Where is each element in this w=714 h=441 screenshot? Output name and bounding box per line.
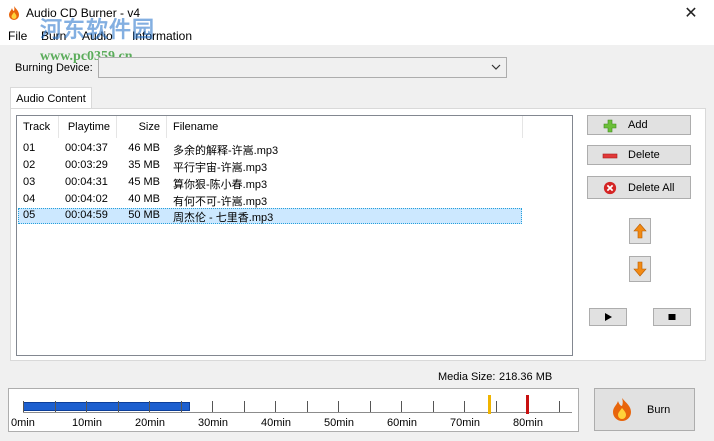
timeline-tick-label: 10min (72, 417, 102, 429)
size-cell: 45 MB (128, 176, 160, 188)
menu-file[interactable]: File (8, 29, 27, 43)
table-row[interactable]: 03 00:04:31 45 MB 算你狠-陈小春.mp3 (18, 175, 522, 191)
timeline-tick-label: 20min (135, 417, 165, 429)
media-size-value: 218.36 MB (499, 371, 553, 383)
track-cell: 03 (23, 176, 36, 188)
playtime-cell: 00:04:37 (65, 142, 108, 154)
table-row[interactable]: 02 00:03:29 35 MB 平行宇宙-许嵩.mp3 (18, 158, 522, 174)
move-down-button[interactable] (629, 256, 651, 282)
flame-icon (9, 6, 19, 20)
column-header-playtime[interactable]: Playtime (59, 116, 117, 138)
stop-icon (668, 314, 676, 320)
tab-audio-content[interactable]: Audio Content (10, 87, 92, 109)
timeline-tick-label: 60min (387, 417, 417, 429)
column-header-track[interactable]: Track (17, 116, 59, 138)
timeline-tick (401, 401, 402, 412)
timeline-tick (117, 401, 119, 412)
timeline-tick-label: 40min (261, 417, 291, 429)
media-size-label: Media Size: (438, 371, 496, 383)
playtime-cell: 00:04:02 (65, 193, 108, 205)
track-cell: 05 (23, 209, 36, 221)
timeline-tick (369, 401, 371, 412)
timeline-tick-label: 30min (198, 417, 228, 429)
track-cell: 01 (23, 142, 36, 154)
add-button[interactable]: Add (587, 115, 691, 135)
move-up-button[interactable] (629, 218, 651, 244)
capacity-used-bar (23, 402, 190, 411)
timeline-tick (180, 401, 182, 412)
column-header-size[interactable]: Size (117, 116, 167, 138)
timeline-tick-label: 70min (450, 417, 480, 429)
table-row-selected[interactable]: 05 00:04:59 50 MB 周杰伦 - 七里香.mp3 (18, 208, 522, 224)
close-button[interactable]: ✕ (668, 0, 714, 26)
close-icon: ✕ (684, 5, 698, 22)
timeline-tick-label: 50min (324, 417, 354, 429)
burn-button[interactable]: Burn (594, 388, 695, 431)
timeline-tick (212, 401, 213, 412)
timeline-tick (558, 401, 560, 412)
table-row[interactable]: 01 00:04:37 46 MB 多余的解释-许嵩.mp3 (18, 141, 522, 157)
delete-all-button-label: Delete All (628, 181, 675, 194)
flame-icon (613, 398, 631, 421)
play-button[interactable] (589, 308, 627, 326)
playtime-cell: 00:04:59 (65, 209, 108, 221)
filename-cell: 算你狠-陈小春.mp3 (173, 179, 268, 191)
delete-button-label: Delete (628, 149, 660, 161)
playtime-cell: 00:04:31 (65, 176, 108, 188)
stop-button[interactable] (653, 308, 691, 326)
play-icon (605, 313, 612, 321)
track-list[interactable]: Track Playtime Size Filename 01 00:04:37… (16, 115, 573, 356)
burning-device-label: Burning Device: (15, 62, 93, 74)
timeline-tick (23, 401, 24, 412)
watermark-site-name: 河东软件园 (40, 18, 156, 43)
timeline-limit-marker (526, 395, 529, 414)
size-cell: 40 MB (128, 193, 160, 205)
filename-cell: 周杰伦 - 七里香.mp3 (173, 212, 274, 224)
track-cell: 04 (23, 193, 36, 205)
burning-device-select[interactable] (98, 57, 507, 78)
track-list-header: Track Playtime Size Filename (17, 116, 523, 138)
plus-icon (603, 119, 617, 133)
timeline-tick (464, 401, 465, 412)
filename-cell: 有何不可-许嵩.mp3 (173, 196, 268, 208)
filename-cell: 平行宇宙-许嵩.mp3 (173, 162, 268, 174)
column-header-filename[interactable]: Filename (167, 116, 523, 138)
chevron-down-icon (491, 64, 501, 70)
timeline-warning-marker (488, 395, 492, 414)
add-button-label: Add (628, 119, 648, 131)
delete-all-icon (603, 181, 617, 195)
burn-button-label: Burn (647, 403, 671, 416)
timeline-tick-label: 0min (11, 417, 35, 429)
timeline-tick (243, 401, 245, 412)
capacity-timeline: 0min 10min 20min 30min 40min 50min 60min 70min 8… (8, 388, 579, 432)
filename-cell: 多余的解释-许嵩.mp3 (173, 145, 279, 157)
timeline-tick (495, 401, 497, 412)
arrow-down-icon (633, 261, 647, 277)
table-row[interactable]: 04 00:04:02 40 MB 有何不可-许嵩.mp3 (18, 192, 522, 208)
arrow-up-icon (633, 223, 647, 239)
timeline-tick (306, 401, 308, 412)
size-cell: 35 MB (128, 159, 160, 171)
timeline-tick-label: 80min (513, 417, 543, 429)
minus-icon (602, 153, 618, 159)
size-cell: 46 MB (128, 142, 160, 154)
timeline-tick (149, 401, 150, 412)
timeline-tick (338, 401, 339, 412)
track-cell: 02 (23, 159, 36, 171)
delete-all-button[interactable]: Delete All (587, 176, 691, 199)
timeline-tick (432, 401, 434, 412)
timeline-tick (275, 401, 276, 412)
timeline-tick (86, 401, 87, 412)
delete-button[interactable]: Delete (587, 145, 691, 165)
size-cell: 50 MB (128, 209, 160, 221)
playtime-cell: 00:03:29 (65, 159, 108, 171)
timeline-tick (54, 401, 56, 412)
